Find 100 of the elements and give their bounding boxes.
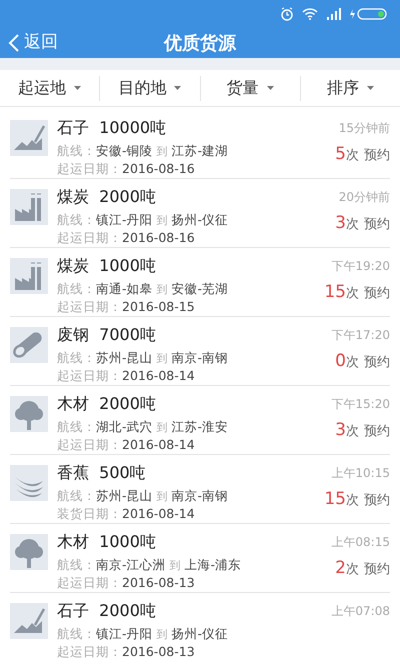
caret-icon [74,86,82,90]
back-icon [8,32,20,53]
cargo-title: 石子 2000吨 [57,603,157,622]
date-label: 装货日期： [57,508,122,520]
time-text: 上午08:15 [331,536,390,548]
booking-label: 预约 [364,287,390,300]
tree-icon [10,534,48,570]
count-unit: 次 [346,218,359,231]
booking-count: 2 [335,560,346,577]
date-label: 起运日期： [57,370,122,382]
caret-icon [174,86,182,90]
date-text: 2016-08-13 [122,646,195,658]
booking-count: 15 [324,491,346,508]
to-label: 到 [156,214,168,226]
cargo-title: 煤炭 1000吨 [57,258,157,277]
tree-icon [10,396,48,432]
to-label: 到 [156,284,168,294]
route-label: 航线： [57,490,96,502]
booking-count: 3 [335,215,346,232]
count-unit: 次 [346,149,359,162]
date-text: 2016-08-16 [122,162,195,176]
to-label: 到 [156,146,168,156]
booking-count: 3 [335,422,346,439]
destination-text: 南京-南钢 [172,352,228,364]
time-text: 上午07:08 [331,605,390,617]
origin-text: 苏州-昆山 [96,490,153,502]
route-label: 航线： [57,144,96,158]
page-title: 优质货源 [164,32,236,56]
cargo-title: 木材 2000吨 [57,396,157,415]
booking-count: 5 [335,146,346,163]
date-label: 起运日期： [57,576,122,590]
destination-text: 南京-南钢 [172,490,228,502]
count-unit: 次 [346,287,359,300]
origin-text: 南通-如皋 [96,282,153,296]
cargo-title: 石子 10000吨 [57,120,168,139]
wifi-icon [302,8,318,20]
time-text: 下午19:20 [331,260,390,272]
time-text: 20分钟前 [338,191,390,203]
origin-text: 安徽-铜陵 [96,144,153,158]
to-label: 到 [156,422,168,432]
destination-text: 扬州-仪征 [172,214,228,226]
destination-text: 安徽-芜湖 [172,282,228,296]
booking-count: 0 [335,353,346,370]
booking-label: 预约 [364,494,390,507]
route-label: 航线： [57,558,96,572]
route-label: 航线： [57,420,96,434]
destination-text: 上海-浦东 [184,558,242,572]
to-label: 到 [156,628,168,640]
count-unit: 次 [346,563,359,576]
date-text: 2016-08-15 [122,300,195,314]
booking-label: 预约 [364,149,390,162]
time-text: 下午15:20 [331,398,390,410]
date-label: 起运日期： [57,162,122,176]
count-unit: 次 [346,425,359,438]
battery-icon [350,8,388,20]
destination-text: 江苏-淮安 [172,420,228,434]
date-text: 2016-08-14 [122,438,195,452]
date-text: 2016-08-14 [122,508,195,520]
to-label: 到 [156,352,168,364]
destination-text: 江苏-建湖 [172,144,228,158]
pipe-icon [10,327,48,363]
booking-count: 15 [324,284,346,301]
filter-dropdown[interactable]: 货量 [226,76,274,100]
cargo-title: 煤炭 2000吨 [57,189,157,208]
cargo-title: 香蕉 500吨 [57,465,147,484]
destination-text: 扬州-仪征 [172,628,228,640]
date-label: 起运日期： [57,232,122,244]
count-unit: 次 [346,494,359,507]
route-label: 航线： [57,214,96,226]
to-label: 到 [156,490,168,502]
route-label: 航线： [57,282,96,296]
alarm-icon [280,7,294,21]
booking-label: 预约 [364,218,390,231]
origin-text: 苏州-昆山 [96,352,153,364]
caret-icon [366,86,374,90]
filter-dropdown[interactable]: 起运地 [18,76,82,100]
cargo-title: 木材 1000吨 [57,534,157,553]
cargo-title: 废钢 7000吨 [57,327,157,346]
booking-label: 预约 [364,356,390,369]
booking-label: 预约 [364,425,390,438]
signal-icon [326,8,342,20]
origin-text: 镇江-丹阳 [96,214,153,226]
route-label: 航线： [57,628,96,640]
origin-text: 镇江-丹阳 [96,628,153,640]
time-text: 上午10:15 [331,467,390,479]
date-label: 起运日期： [57,646,122,658]
caret-icon [266,86,274,90]
origin-text: 湖北-武穴 [96,420,153,434]
filter-dropdown[interactable]: 目的地 [118,76,182,100]
banana-icon [10,465,48,501]
date-label: 起运日期： [57,438,122,452]
date-text: 2016-08-13 [122,576,195,590]
date-text: 2016-08-16 [122,232,195,244]
booking-label: 预约 [364,563,390,576]
filter-dropdown[interactable]: 排序 [326,76,374,100]
time-text: 15分钟前 [338,122,390,134]
factory-icon [10,258,48,294]
to-label: 到 [170,560,181,570]
date-text: 2016-08-14 [122,370,195,382]
date-label: 起运日期： [57,300,122,314]
